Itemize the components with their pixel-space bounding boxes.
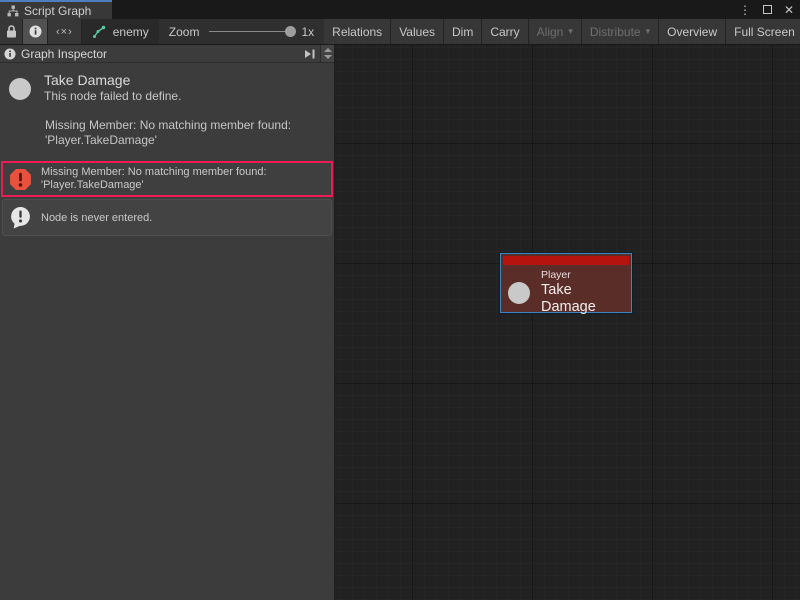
distribute-label: Distribute xyxy=(590,25,641,39)
distribute-dropdown[interactable]: Distribute ▾ xyxy=(582,19,659,44)
graph-inspector-title: Graph Inspector xyxy=(21,47,299,61)
warning-message-box[interactable]: Node is never entered. xyxy=(2,199,332,236)
overview-label: Overview xyxy=(667,25,717,39)
info-icon xyxy=(4,48,16,60)
dock-right-icon xyxy=(303,48,316,60)
arrow-up-icon[interactable] xyxy=(324,48,332,52)
dock-panel-button[interactable] xyxy=(299,45,320,62)
zoom-slider[interactable] xyxy=(209,31,291,32)
error-detail-text: Missing Member: No matching member found… xyxy=(45,118,326,148)
align-label: Align xyxy=(537,25,564,39)
full-screen-label: Full Screen xyxy=(734,25,795,39)
zoom-control: Zoom 1x xyxy=(159,19,324,44)
dim-button[interactable]: Dim xyxy=(444,19,482,44)
maximize-icon[interactable] xyxy=(763,5,772,14)
node-summary-section: Take Damage This node failed to define. … xyxy=(0,63,334,148)
node-type-icon xyxy=(9,78,31,100)
zoom-slider-handle[interactable] xyxy=(285,26,296,37)
full-screen-button[interactable]: Full Screen xyxy=(726,19,800,44)
zoom-value: 1x xyxy=(301,25,314,39)
error-box-line1: Missing Member: No matching member found… xyxy=(41,166,267,179)
values-button[interactable]: Values xyxy=(391,19,444,44)
tab-script-graph[interactable]: Script Graph xyxy=(0,0,112,19)
node-target-label: Player xyxy=(541,269,627,282)
code-view-button[interactable]: ‹×› xyxy=(48,19,82,44)
take-damage-node[interactable]: Player Take Damage xyxy=(500,253,632,313)
tab-title: Script Graph xyxy=(24,4,91,18)
chevron-down-icon: ▾ xyxy=(646,26,651,37)
window-controls: ⋮ ✕ xyxy=(739,0,794,19)
warning-box-text: Node is never entered. xyxy=(41,212,152,224)
relations-label: Relations xyxy=(332,25,382,39)
arrow-down-icon[interactable] xyxy=(324,55,332,59)
relations-button[interactable]: Relations xyxy=(324,19,391,44)
scroll-arrows[interactable] xyxy=(320,45,334,62)
error-box-line2: 'Player.TakeDamage' xyxy=(41,179,267,192)
carry-button[interactable]: Carry xyxy=(482,19,528,44)
lock-button[interactable] xyxy=(0,19,23,44)
dim-label: Dim xyxy=(452,25,473,39)
inspector-toggle-button[interactable] xyxy=(23,19,48,44)
values-label: Values xyxy=(399,25,435,39)
error-detail-line2: 'Player.TakeDamage' xyxy=(45,133,326,148)
close-icon[interactable]: ✕ xyxy=(784,4,794,16)
warning-bubble-icon xyxy=(9,206,32,229)
error-octagon-icon xyxy=(9,168,32,191)
graph-reference-icon xyxy=(92,25,106,39)
align-dropdown[interactable]: Align ▾ xyxy=(529,19,582,44)
graph-reference-button[interactable]: enemy xyxy=(82,19,159,44)
zoom-label: Zoom xyxy=(169,25,200,39)
toolbar: ‹×› enemy Zoom 1x Relations Values Dim C… xyxy=(0,19,800,45)
graph-reference-label: enemy xyxy=(113,25,149,39)
graph-canvas[interactable]: Player Take Damage xyxy=(335,45,800,600)
overview-button[interactable]: Overview xyxy=(659,19,726,44)
inspector-node-subtitle: This node failed to define. xyxy=(44,89,181,104)
carry-label: Carry xyxy=(490,25,519,39)
chevron-down-icon: ▾ xyxy=(568,26,573,37)
code-icon: ‹×› xyxy=(56,26,73,38)
node-port-icon[interactable] xyxy=(508,282,530,304)
error-message-box[interactable]: Missing Member: No matching member found… xyxy=(1,161,333,197)
error-detail-line1: Missing Member: No matching member found… xyxy=(45,118,326,133)
window-menu-icon[interactable]: ⋮ xyxy=(739,4,751,16)
lock-icon xyxy=(6,25,17,38)
inspector-node-title: Take Damage xyxy=(44,72,181,89)
node-title-label: Take Damage xyxy=(541,282,627,316)
node-error-strip xyxy=(503,256,629,265)
info-icon xyxy=(29,25,42,38)
graph-inspector-header: Graph Inspector xyxy=(0,45,334,63)
graph-inspector-panel: Graph Inspector Take Damage This node fa… xyxy=(0,45,335,600)
titlebar: Script Graph ⋮ ✕ xyxy=(0,0,800,19)
script-graph-icon xyxy=(7,5,19,17)
